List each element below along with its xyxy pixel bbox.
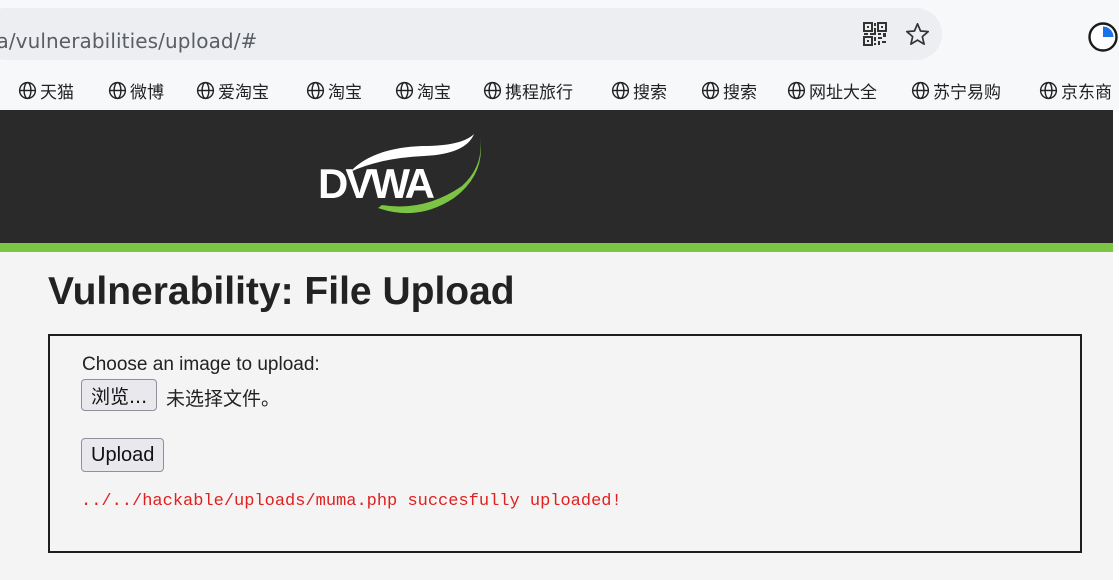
dvwa-logo[interactable]: DVWA [312, 128, 487, 226]
bookmark-label: 天猫 [40, 82, 74, 103]
bookmark-label: 搜索 [633, 82, 667, 103]
globe-icon [306, 81, 325, 99]
site-header: DVWA [0, 110, 1113, 245]
globe-icon [18, 81, 37, 99]
bookmark-item[interactable]: 爱淘宝 [196, 78, 269, 103]
browse-button[interactable]: 浏览... [81, 379, 158, 411]
bookmark-item[interactable]: 淘宝 [306, 78, 362, 103]
dvwa-page: DVWA Vulnerability: File Upload Choose a… [0, 110, 1119, 580]
bookmark-label: 淘宝 [417, 82, 451, 103]
bookmarks-bar: 天猫 微博 爱淘宝 淘宝 淘宝 携程旅行 搜索 搜索 网址大全 苏宁易购 京东商 [0, 70, 1119, 110]
page-edge [1113, 110, 1119, 580]
bookmark-label: 微博 [130, 82, 164, 103]
header-accent-line [0, 243, 1113, 252]
bookmark-item[interactable]: 天猫 [18, 78, 74, 103]
choose-image-label: Choose an image to upload: [82, 354, 320, 375]
page-title: Vulnerability: File Upload [48, 270, 515, 313]
browser-toolbar: wa/vulnerabilities/upload/# [0, 0, 1119, 70]
globe-icon [108, 81, 127, 99]
globe-icon [701, 81, 720, 99]
address-bar[interactable]: wa/vulnerabilities/upload/# [0, 8, 942, 60]
bookmark-label: 京东商 [1061, 82, 1112, 103]
bookmark-item[interactable]: 搜索 [611, 78, 667, 103]
bookmark-item[interactable]: 携程旅行 [483, 78, 573, 103]
bookmark-item[interactable]: 搜索 [701, 78, 757, 103]
qr-code-icon[interactable] [863, 22, 887, 46]
svg-text:DVWA: DVWA [318, 160, 435, 207]
profile-icon[interactable] [1087, 21, 1119, 53]
upload-result-message: ../../hackable/uploads/muma.php succesfu… [81, 492, 622, 511]
bookmark-label: 携程旅行 [505, 82, 573, 103]
star-icon[interactable] [904, 21, 931, 48]
bookmark-label: 淘宝 [328, 82, 362, 103]
bookmark-item[interactable]: 微博 [108, 78, 164, 103]
globe-icon [395, 81, 414, 99]
bookmark-item[interactable]: 网址大全 [787, 78, 877, 103]
globe-icon [787, 81, 806, 99]
globe-icon [911, 81, 930, 99]
bookmark-label: 网址大全 [809, 82, 877, 103]
bookmark-item[interactable]: 苏宁易购 [911, 78, 1001, 103]
upload-button[interactable]: Upload [81, 438, 165, 472]
bookmark-label: 爱淘宝 [218, 82, 269, 103]
globe-icon [196, 81, 215, 99]
bookmark-item[interactable]: 淘宝 [395, 78, 451, 103]
bookmark-label: 苏宁易购 [933, 82, 1001, 103]
bookmark-item[interactable]: 京东商 [1039, 78, 1112, 103]
globe-icon [611, 81, 630, 99]
url-text[interactable]: wa/vulnerabilities/upload/# [0, 29, 257, 53]
no-file-selected-label: 未选择文件。 [166, 388, 281, 410]
upload-form: Choose an image to upload: 浏览... 未选择文件。 … [48, 334, 1082, 553]
globe-icon [1039, 81, 1058, 99]
globe-icon [483, 81, 502, 99]
bookmark-label: 搜索 [723, 82, 757, 103]
